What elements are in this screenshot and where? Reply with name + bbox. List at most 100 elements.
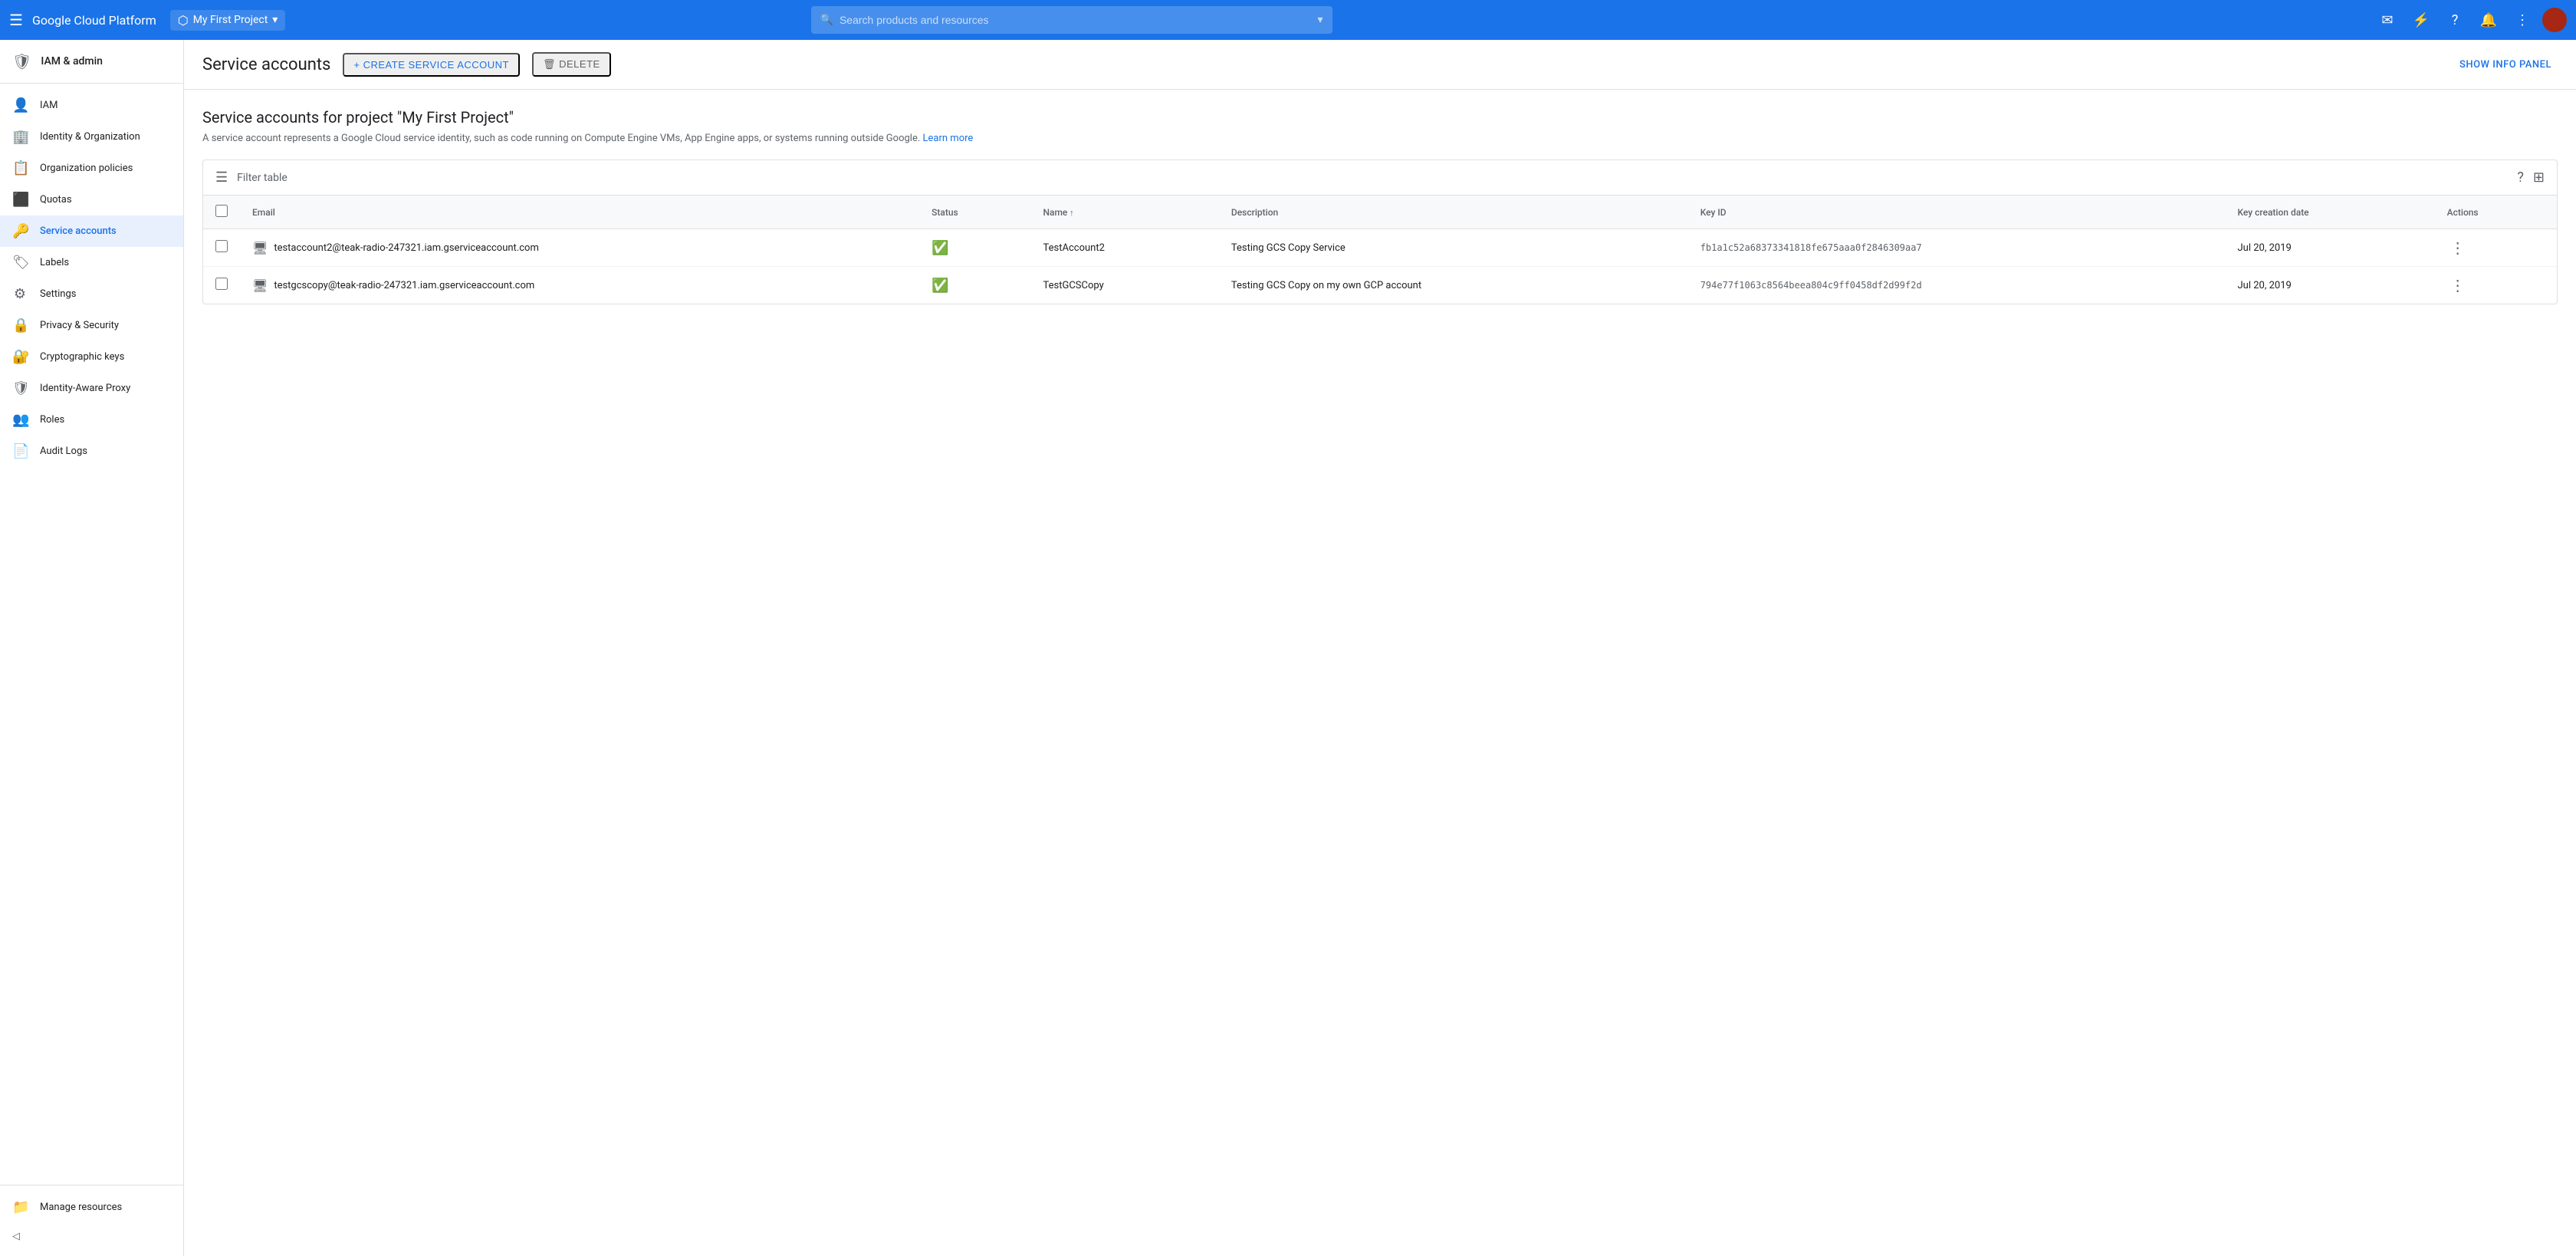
search-dropdown-icon[interactable]: ▾ (1318, 14, 1323, 26)
search-icon: 🔍 (820, 14, 833, 26)
sidebar-item-iam[interactable]: 👤 IAM (0, 90, 183, 121)
columns-icon[interactable]: ⊞ (2533, 169, 2545, 186)
row-key-id-1: 794e77f1063c8564beea804c9ff0458df2d99f2d (1688, 267, 2226, 304)
content-description: A service account represents a Google Cl… (202, 133, 2558, 144)
settings-icon: ⚙ (12, 286, 28, 302)
sidebar-item-identity-aware-proxy[interactable]: 🛡 Identity-Aware Proxy (0, 373, 183, 404)
sidebar-footer: 📁 Manage resources ◁ (0, 1185, 183, 1256)
row-checkbox-cell (203, 229, 240, 267)
sidebar-item-label: Roles (40, 414, 64, 426)
send-feedback-icon[interactable]: ✉ (2374, 6, 2401, 34)
table-header: Email Status Name Description Key ID Key… (203, 196, 2557, 229)
filter-label[interactable]: Filter table (237, 172, 2508, 184)
more-options-icon[interactable]: ⋮ (2509, 6, 2536, 34)
status-active-icon: ✅ (932, 278, 948, 294)
cloud-shell-icon[interactable]: ⚡ (2407, 6, 2435, 34)
sidebar-item-label: Identity & Organization (40, 131, 140, 143)
sidebar-item-manage-resources[interactable]: 📁 Manage resources (0, 1192, 183, 1223)
top-nav-actions: ✉ ⚡ ? 🔔 ⋮ (2374, 6, 2567, 34)
table-action-icons: ? ⊞ (2517, 169, 2545, 186)
iam-admin-icon: 🛡 (12, 52, 31, 71)
roles-icon: 👥 (12, 412, 28, 428)
filter-icon: ☰ (215, 169, 228, 186)
description-column-header: Description (1219, 196, 1688, 229)
learn-more-link[interactable]: Learn more (923, 133, 974, 144)
sidebar-item-cryptographic-keys[interactable]: 🔐 Cryptographic keys (0, 341, 183, 373)
main-content: Service accounts + CREATE SERVICE ACCOUN… (184, 40, 2576, 1256)
manage-resources-label: Manage resources (40, 1202, 122, 1213)
show-info-panel-button[interactable]: SHOW INFO PANEL (2453, 54, 2558, 75)
layout: 🛡 IAM & admin 👤 IAM 🏢 Identity & Organiz… (0, 40, 2576, 1256)
sidebar-nav: 👤 IAM 🏢 Identity & Organization 📋 Organi… (0, 84, 183, 1185)
chevron-down-icon: ▾ (272, 14, 278, 26)
sidebar-item-organization-policies[interactable]: 📋 Organization policies (0, 153, 183, 184)
row-actions-menu-button-0[interactable]: ⋮ (2447, 235, 2469, 260)
sidebar-item-label: Organization policies (40, 163, 133, 174)
sidebar-item-label: Identity-Aware Proxy (40, 383, 130, 394)
service-account-icon: 🖥 (252, 241, 268, 255)
sidebar-title: IAM & admin (41, 55, 103, 67)
help-table-icon[interactable]: ? (2517, 169, 2524, 186)
content-area: Service accounts for project "My First P… (184, 90, 2576, 323)
service-account-icon: 🖥 (252, 278, 268, 293)
sidebar-item-roles[interactable]: 👥 Roles (0, 404, 183, 436)
search-bar[interactable]: 🔍 ▾ (811, 6, 1332, 34)
sidebar-item-privacy-security[interactable]: 🔒 Privacy & Security (0, 310, 183, 341)
status-active-icon: ✅ (932, 240, 948, 256)
sidebar-item-audit-logs[interactable]: 📄 Audit Logs (0, 436, 183, 467)
row-description-0: Testing GCS Copy Service (1219, 229, 1688, 267)
page-header: Service accounts + CREATE SERVICE ACCOUN… (184, 40, 2576, 90)
help-icon[interactable]: ? (2441, 6, 2469, 34)
labels-icon: 🏷 (12, 255, 28, 271)
audit-logs-icon: 📄 (12, 443, 28, 459)
service-accounts-icon: 🔑 (12, 223, 28, 239)
row-email-0: 🖥 testaccount2@teak-radio-247321.iam.gse… (240, 229, 919, 267)
row-status-1: ✅ (919, 267, 1030, 304)
row-checkbox-0[interactable] (215, 240, 228, 252)
create-service-account-button[interactable]: + CREATE SERVICE ACCOUNT (343, 53, 520, 77)
sidebar-item-label: Settings (40, 288, 76, 300)
content-title: Service accounts for project "My First P… (202, 108, 2558, 127)
manage-resources-icon: 📁 (12, 1199, 28, 1215)
notifications-icon[interactable]: 🔔 (2475, 6, 2502, 34)
project-selector[interactable]: ⬡ My First Project ▾ (170, 10, 286, 31)
collapse-icon: ◁ (12, 1231, 20, 1242)
search-input[interactable] (840, 14, 1318, 26)
sidebar-item-quotas[interactable]: ⬛ Quotas (0, 184, 183, 215)
table-row: 🖥 testaccount2@teak-radio-247321.iam.gse… (203, 229, 2557, 267)
row-key-id-0: fb1a1c52a68373341818fe675aaa0f2846309aa7 (1688, 229, 2226, 267)
status-column-header: Status (919, 196, 1030, 229)
page-title: Service accounts (202, 55, 330, 74)
sidebar: 🛡 IAM & admin 👤 IAM 🏢 Identity & Organiz… (0, 40, 184, 1256)
row-status-0: ✅ (919, 229, 1030, 267)
cryptographic-keys-icon: 🔐 (12, 349, 28, 365)
select-all-header (203, 196, 240, 229)
delete-button[interactable]: 🗑 DELETE (532, 52, 611, 77)
quotas-icon: ⬛ (12, 192, 28, 208)
sidebar-collapse-button[interactable]: ◁ (0, 1223, 183, 1250)
name-column-header[interactable]: Name (1031, 196, 1219, 229)
sidebar-item-identity-organization[interactable]: 🏢 Identity & Organization (0, 121, 183, 153)
row-description-1: Testing GCS Copy on my own GCP account (1219, 267, 1688, 304)
row-checkbox-1[interactable] (215, 278, 228, 290)
sidebar-header: 🛡 IAM & admin (0, 40, 183, 84)
sidebar-item-labels[interactable]: 🏷 Labels (0, 247, 183, 278)
sidebar-item-settings[interactable]: ⚙ Settings (0, 278, 183, 310)
row-key-creation-date-0: Jul 20, 2019 (2226, 229, 2435, 267)
row-name-1: TestGCSCopy (1031, 267, 1219, 304)
menu-icon[interactable]: ☰ (9, 11, 23, 29)
sidebar-item-service-accounts[interactable]: 🔑 Service accounts (0, 215, 183, 247)
select-all-checkbox[interactable] (215, 205, 228, 217)
privacy-security-icon: 🔒 (12, 317, 28, 334)
row-actions-menu-button-1[interactable]: ⋮ (2447, 273, 2469, 298)
sidebar-item-label: Privacy & Security (40, 320, 119, 331)
sidebar-item-label: Labels (40, 257, 69, 268)
actions-column-header: Actions (2435, 196, 2557, 229)
identity-aware-proxy-icon: 🛡 (12, 380, 28, 396)
org-policies-icon: 📋 (12, 160, 28, 176)
table-body: 🖥 testaccount2@teak-radio-247321.iam.gse… (203, 229, 2557, 304)
row-actions-1: ⋮ (2435, 267, 2557, 304)
avatar[interactable] (2542, 8, 2567, 32)
iam-icon: 👤 (12, 97, 28, 113)
project-icon: ⬡ (178, 13, 189, 28)
